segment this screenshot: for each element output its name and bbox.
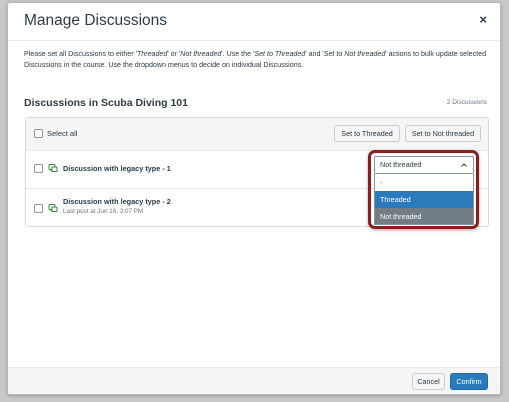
section-title: Discussions in Scuba Diving 101 <box>24 97 188 109</box>
row-checkbox[interactable] <box>34 204 43 213</box>
chevron-up-icon <box>461 163 467 167</box>
discussion-icon <box>48 164 58 172</box>
selected-value: Not threaded <box>380 160 422 169</box>
close-button[interactable]: × <box>479 12 487 28</box>
set-to-not-threaded-button[interactable]: Set to Not threaded <box>405 125 481 142</box>
option-blank[interactable]: - <box>374 174 474 191</box>
cancel-button[interactable]: Cancel <box>412 373 445 390</box>
modal-footer: Cancel Confirm <box>8 367 500 394</box>
discussion-title-link[interactable]: Discussion with legacy type - 2 <box>63 197 171 206</box>
select-all-checkbox[interactable] <box>34 129 43 138</box>
discussion-type-select[interactable]: Not threaded <box>374 156 474 174</box>
option-threaded[interactable]: Threaded <box>374 191 474 208</box>
close-icon: × <box>479 12 487 27</box>
set-to-threaded-button[interactable]: Set to Threaded <box>334 125 400 142</box>
discussion-count: 2 Discussions <box>446 99 487 106</box>
confirm-button[interactable]: Confirm <box>450 373 488 390</box>
row-checkbox[interactable] <box>34 164 43 173</box>
modal-header: Manage Discussions × <box>8 3 500 41</box>
discussion-title-link[interactable]: Discussion with legacy type - 1 <box>63 164 171 173</box>
instructions-text: Please set all Discussions to either 'Th… <box>24 50 487 69</box>
discussion-icon <box>48 204 58 212</box>
option-not-threaded[interactable]: Not threaded <box>374 208 474 225</box>
discussion-type-dropdown[interactable]: Not threaded - Threaded Not threaded <box>374 156 474 225</box>
select-all-label: Select all <box>47 129 78 138</box>
modal-title: Manage Discussions <box>24 12 168 29</box>
table-header: Select all Set to Threaded Set to Not th… <box>26 118 488 151</box>
last-post-timestamp: Last post at Jun 16, 3:07 PM <box>63 208 144 215</box>
